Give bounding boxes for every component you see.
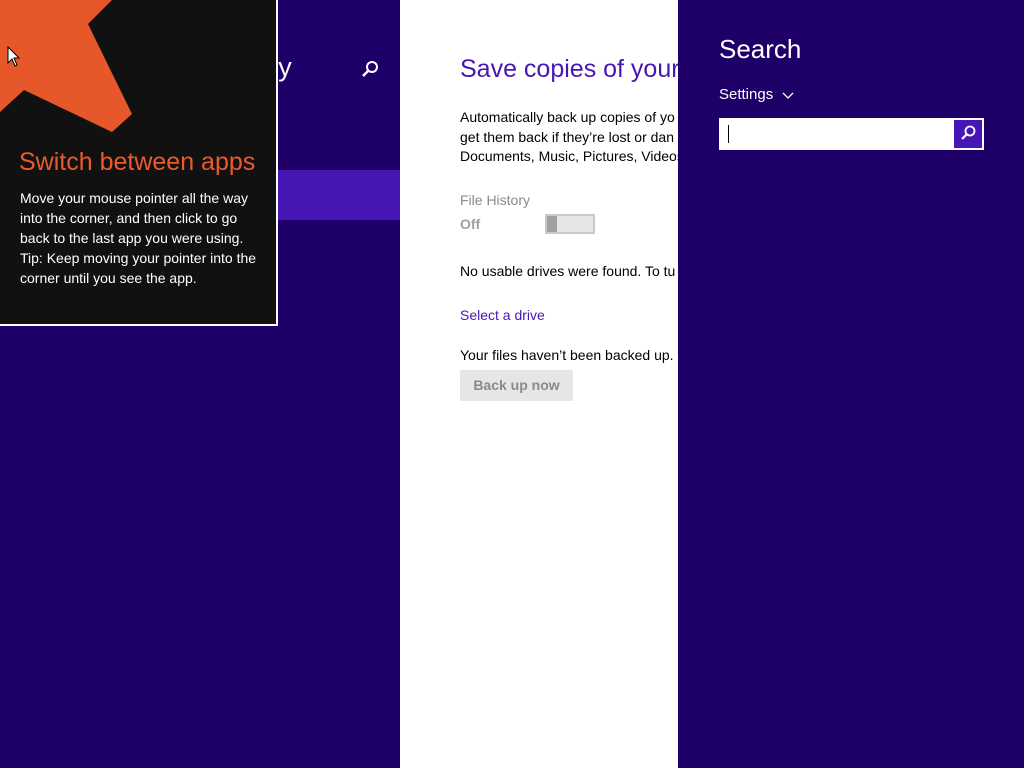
search-scope-dropdown[interactable]: Settings xyxy=(719,86,795,103)
file-history-pane: Save copies of your Automatically back u… xyxy=(400,0,678,768)
screen: y Save copies of your Automatically back… xyxy=(0,0,1024,768)
charm-title: Search xyxy=(719,34,802,64)
tip-title: Switch between apps xyxy=(19,148,256,176)
tip-body-line: Move your mouse pointer all the way into… xyxy=(20,190,248,246)
page-title: Save copies of your xyxy=(460,55,678,83)
search-icon xyxy=(958,123,978,146)
description-line: Automatically back up copies of yo xyxy=(460,109,675,125)
toggle-thumb xyxy=(547,216,557,232)
tip-body: Move your mouse pointer all the way into… xyxy=(20,188,265,288)
file-history-state: Off xyxy=(460,216,481,232)
description: Automatically back up copies of yo get t… xyxy=(460,108,678,167)
no-drives-message: No usable drives were found. To tu xyxy=(460,263,676,279)
tip-body-line: Tip: Keep moving your pointer into the c… xyxy=(20,250,257,286)
backup-status: Your files haven’t been backed up. xyxy=(460,347,674,363)
search-charm: Search Settings xyxy=(678,0,1024,768)
search-scope-label: Settings xyxy=(719,86,774,103)
search-input[interactable] xyxy=(719,118,952,150)
switch-apps-tip: Switch between apps Move your mouse poin… xyxy=(0,0,278,326)
file-history-toggle[interactable] xyxy=(545,214,595,234)
search-icon[interactable] xyxy=(358,58,382,82)
description-line: get them back if they’re lost or dan xyxy=(460,128,674,145)
search-box xyxy=(719,118,984,150)
description-line: Documents, Music, Pictures, Videos xyxy=(460,148,678,164)
back-up-now-button[interactable]: Back up now xyxy=(460,370,573,401)
arrow-up-left-icon xyxy=(0,0,132,132)
file-history-label: File History xyxy=(460,192,531,208)
search-go-button[interactable] xyxy=(952,118,984,150)
text-caret xyxy=(728,125,729,143)
select-drive-link[interactable]: Select a drive xyxy=(460,307,545,323)
chevron-down-icon xyxy=(781,88,795,102)
mouse-pointer-icon xyxy=(7,46,21,67)
